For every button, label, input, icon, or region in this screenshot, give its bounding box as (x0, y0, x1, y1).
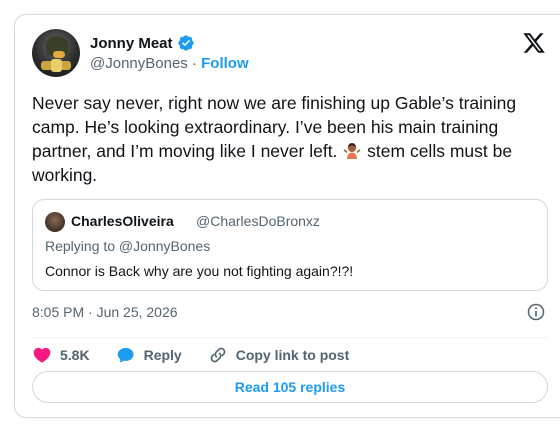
divider (32, 337, 548, 338)
person-shrugging-emoji-icon (343, 143, 361, 159)
reply-button[interactable]: Reply (116, 345, 182, 365)
reply-bubble-icon (117, 347, 134, 363)
quoted-replying-to: Replying to @JonnyBones (45, 238, 211, 254)
author-handle-row: @JonnyBones · Follow (90, 55, 249, 72)
author-avatar[interactable] (32, 29, 80, 77)
author-display-name[interactable]: Jonny Meat (90, 35, 173, 52)
tweet-timestamp[interactable]: 8:05 PM · Jun 25, 2026 (32, 304, 178, 320)
quoted-author-name[interactable]: CharlesOliveira (71, 213, 174, 229)
info-icon[interactable] (526, 302, 546, 322)
quoted-author-handle[interactable]: @CharlesDoBronxz (196, 213, 320, 229)
read-replies-button[interactable]: Read 105 replies (32, 371, 548, 403)
read-replies-label: Read 105 replies (234, 379, 346, 395)
tweet-card: Jonny Meat @JonnyBones · Follow Never sa… (14, 14, 560, 418)
heart-icon (33, 347, 51, 363)
author-name-row: Jonny Meat (90, 33, 195, 53)
handle-separator: · (187, 55, 202, 72)
author-handle[interactable]: @JonnyBones (90, 55, 188, 72)
link-icon (210, 347, 226, 363)
verified-badge-icon (177, 34, 195, 52)
quoted-tweet-text: Connor is Back why are you not fighting … (45, 263, 354, 279)
copy-link-label: Copy link to post (235, 347, 350, 363)
reply-label: Reply (143, 347, 182, 363)
quoted-tweet[interactable]: CharlesOliveira @CharlesDoBronxz Replyin… (32, 199, 548, 291)
like-count: 5.8K (60, 347, 90, 363)
copy-link-button[interactable]: Copy link to post (208, 345, 350, 365)
tweet-text: Never say never, right now we are finish… (32, 91, 552, 187)
x-logo-icon[interactable] (522, 31, 546, 55)
follow-button[interactable]: Follow (201, 55, 249, 72)
like-button[interactable]: 5.8K (32, 345, 90, 365)
tweet-actions: 5.8K Reply Copy link to post (32, 343, 375, 367)
quoted-author-avatar[interactable] (45, 212, 65, 232)
